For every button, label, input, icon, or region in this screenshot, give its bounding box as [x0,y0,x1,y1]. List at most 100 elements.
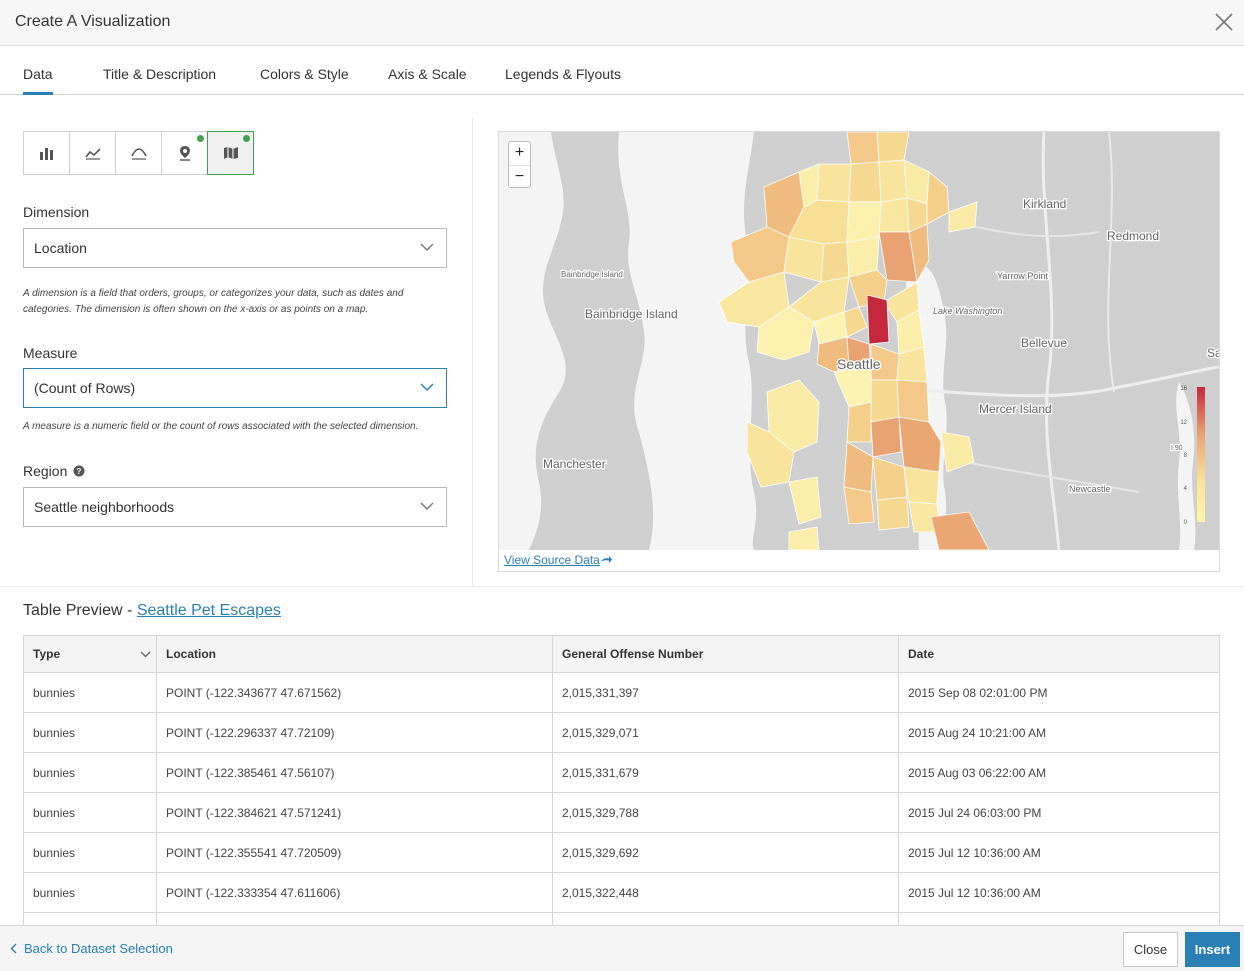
measure-label: Measure [23,345,78,361]
dimension-help: A dimension is a field that orders, grou… [23,288,404,315]
map-label-sa: Sa [1207,346,1219,360]
point-map-icon [179,146,190,161]
column-header-date[interactable]: Date [899,636,1219,673]
map-label-manchester: Manchester [543,457,606,471]
region-value: Seattle neighborhoods [34,499,175,515]
configured-indicator [197,135,204,142]
table-row [24,913,1219,925]
tab-data[interactable]: Data [23,66,53,95]
cell-location: POINT (-122.384621 47.571241) [157,793,553,833]
chart-type-region-map-button[interactable] [207,131,254,175]
chart-type-point-map-button[interactable] [161,131,208,175]
column-header-offense-number[interactable]: General Offense Number [553,636,899,673]
modal-title: Create A Visualization [15,13,171,30]
measure-help: A measure is a numeric field or the coun… [23,421,419,432]
region-select[interactable]: Seattle neighborhoods [23,487,447,527]
cell-date: 2015 Jul 12 10:36:00 AM [908,846,1041,860]
dimension-value: Location [34,240,87,256]
zoom-control: + − [508,141,531,188]
map-label-yarrow-point: Yarrow Point [997,271,1048,281]
external-arrow-icon [600,556,612,563]
chart-type-line-button[interactable] [69,131,116,175]
tab-axis-scale[interactable]: Axis & Scale [388,66,467,82]
section-divider [0,586,1244,587]
tab-legends-flyouts[interactable]: Legends & Flyouts [505,66,621,82]
cell-location [157,913,553,925]
chevron-down-icon [420,383,434,391]
cell-location: POINT (-122.355541 47.720509) [157,833,553,873]
measure-value: (Count of Rows) [34,380,136,396]
tab-title-description[interactable]: Title & Description [103,66,216,82]
table-row: bunnies POINT (-122.384621 47.571241) 2,01… [24,793,1219,833]
region-label-wrap: Region ? [23,463,85,479]
configured-indicator [243,135,250,142]
tab-colors-style[interactable]: Colors & Style [260,66,349,82]
dimension-select[interactable]: Location [23,228,447,268]
map-preview: Kirkland Redmond Bainbridge Island Yarro… [498,131,1220,572]
cell-offense-number: 2,015,329,692 [553,833,899,873]
chevron-down-icon [420,243,434,251]
chevron-down-icon[interactable] [140,651,151,658]
back-to-dataset-link[interactable]: Back to Dataset Selection [10,941,173,956]
cell-offense-number [553,913,899,925]
column-header-label: Type [33,647,61,661]
view-source-data-label: View Source Data [504,553,600,567]
map-label-mercer: Mercer Island [979,402,1052,416]
bar-chart-icon [39,148,53,160]
cell-date: 2015 Jul 12 10:36:00 AM [908,886,1041,900]
cell-offense-number: 2,015,331,679 [553,753,899,793]
cell-offense-number: 2,015,329,071 [553,713,899,753]
tab-bar: Data Title & Description Colors & Style … [0,46,1244,95]
modal-footer: Back to Dataset Selection Close Insert [0,925,1244,971]
cell-type: bunnies [24,713,157,753]
cell-type [24,913,157,925]
legend-color-scale [1197,387,1205,522]
cell-location: POINT (-122.385461 47.56107) [157,753,553,793]
cell-type: bunnies [24,673,157,713]
insert-button[interactable]: Insert [1185,932,1240,967]
chart-type-bar-button[interactable] [23,131,70,175]
svg-text:?: ? [77,467,82,476]
chart-type-selector [23,131,254,175]
modal-header: Create A Visualization [0,0,1244,46]
table-row: bunnies POINT (-122.385461 47.56107) 2,015… [24,753,1219,793]
zoom-in-button[interactable]: + [509,142,530,165]
table-preview-prefix: Table Preview - [23,602,133,619]
column-header-location[interactable]: Location [157,636,553,673]
view-source-data-link[interactable]: View Source Data [504,553,612,567]
cell-date: 2015 Aug 24 10:21:00 AM [908,726,1047,740]
map-label-seattle: Seattle [837,356,881,372]
map-label-bainbridge-small: Bainbridge Island [561,270,623,279]
close-button[interactable]: Close [1123,932,1178,967]
histogram-icon [130,148,147,160]
close-icon[interactable] [1213,11,1235,33]
data-table: Type Location General Offense Number Dat… [23,635,1220,925]
cell-date: 2015 Jul 24 06:03:00 PM [908,806,1042,820]
table-header: Type Location General Offense Number Dat… [24,636,1219,673]
map-label-i90: I 90 [1171,445,1183,452]
table-row: bunnies POINT (-122.343677 47.671562) 2,01… [24,673,1219,713]
chart-type-histogram-button[interactable] [115,131,162,175]
dimension-label: Dimension [23,204,90,220]
cell-offense-number: 2,015,322,448 [553,873,899,913]
region-map[interactable]: Kirkland Redmond Bainbridge Island Yarro… [499,132,1219,550]
measure-select[interactable]: (Count of Rows) [23,368,447,408]
cell-date: 2015 Aug 03 06:22:00 AM [908,766,1047,780]
cell-offense-number: 2,015,331,397 [553,673,899,713]
cell-location: POINT (-122.296337 47.72109) [157,713,553,753]
panel-divider [472,118,473,586]
question-circle-icon[interactable]: ? [73,465,85,477]
chevron-down-icon [420,502,434,510]
table-row: bunnies POINT (-122.355541 47.720509) 2,01… [24,833,1219,873]
cell-date [899,913,1219,925]
cell-offense-number: 2,015,329,788 [553,793,899,833]
zoom-out-button[interactable]: − [509,165,530,188]
back-to-dataset-label: Back to Dataset Selection [24,941,173,956]
dataset-name-link[interactable]: Seattle Pet Escapes [137,602,281,619]
map-label-bellevue: Bellevue [1021,336,1067,350]
map-label-kirkland: Kirkland [1023,197,1066,211]
line-chart-icon [84,148,101,160]
chevron-left-icon [10,943,17,954]
cell-location: POINT (-122.343677 47.671562) [157,673,553,713]
column-header-type[interactable]: Type [24,636,157,673]
